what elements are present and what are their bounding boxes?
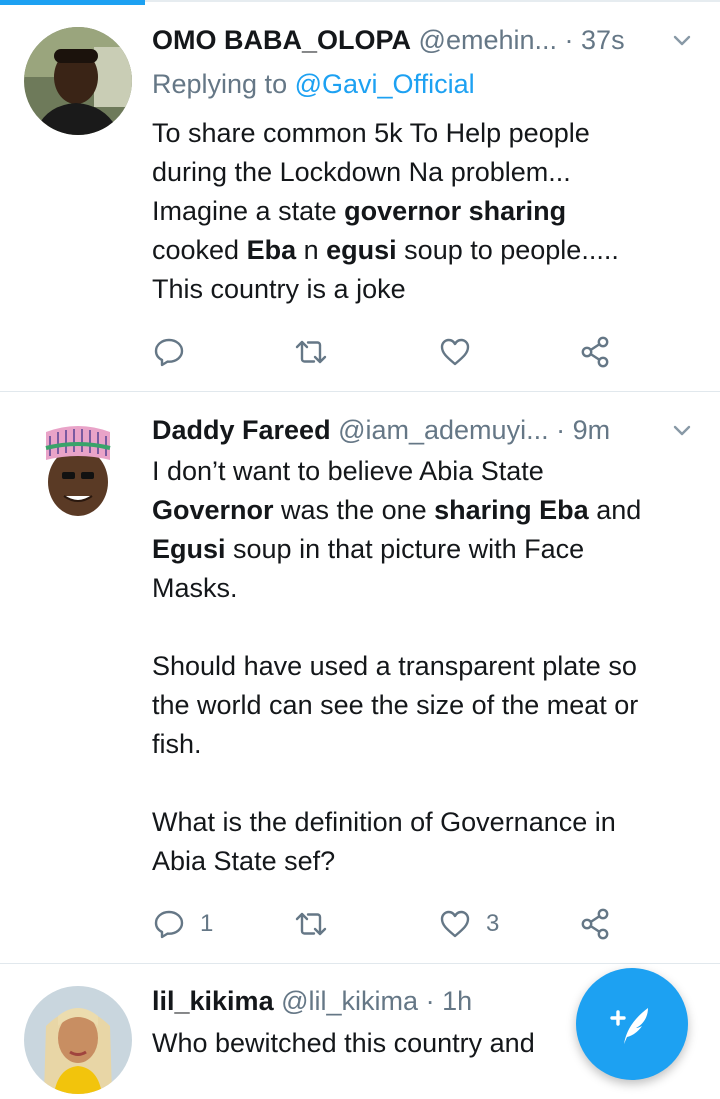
reply-count: 1 (200, 910, 214, 937)
retweet-icon (295, 340, 327, 364)
tweet-text: To share common 5k To Help people during… (152, 114, 697, 309)
tweet-header: OMO BABA_OLOPA @emehin... · 37s (152, 22, 696, 58)
reply-button[interactable] (152, 330, 200, 374)
tweet-text: I don’t want to believe Abia State Gover… (152, 452, 697, 881)
tweet-actions (152, 330, 622, 374)
reply-icon (154, 338, 184, 367)
like-button[interactable]: 3 (438, 902, 499, 946)
like-button[interactable] (438, 330, 486, 374)
text-line: Abia State sef? (152, 846, 336, 876)
share-icon (581, 908, 609, 940)
text-line: Masks. (152, 573, 238, 603)
text-line: the world can see the size of the meat o… (152, 690, 639, 720)
share-icon (581, 336, 609, 368)
avatar[interactable] (24, 986, 132, 1094)
compose-tweet-button[interactable] (576, 968, 688, 1080)
display-name[interactable]: lil_kikima (152, 986, 274, 1016)
heart-icon (440, 910, 470, 938)
display-name[interactable]: OMO BABA_OLOPA (152, 25, 411, 55)
text-line: This country is a joke (152, 274, 406, 304)
timestamp[interactable]: 37s (581, 25, 625, 55)
heart-icon (440, 338, 470, 366)
compose-tweet-icon (610, 1008, 648, 1044)
tweet[interactable]: OMO BABA_OLOPA @emehin... · 37s Replying… (0, 0, 720, 391)
tweet-actions: 1 3 (152, 902, 622, 946)
separator-dot: · (425, 986, 435, 1016)
text-line: fish. (152, 729, 202, 759)
user-handle[interactable]: @iam_ademuyi... (338, 415, 549, 445)
chevron-down-icon[interactable] (668, 412, 696, 448)
avatar[interactable] (24, 412, 132, 520)
share-button[interactable] (578, 902, 612, 946)
text-line: To share common 5k To Help people (152, 118, 590, 148)
separator-dot: · (564, 25, 574, 55)
reply-mention-link[interactable]: @Gavi_Official (295, 69, 475, 99)
text-line: What is the definition of Governance in (152, 807, 616, 837)
timestamp[interactable]: 9m (573, 415, 611, 445)
retweet-button[interactable] (294, 330, 342, 374)
tweet[interactable]: Daddy Fareed @iam_ademuyi... · 9m I don’… (0, 392, 720, 962)
text-line: I don’t want to believe Abia State (152, 456, 544, 486)
chevron-down-icon[interactable] (668, 22, 696, 58)
text-line: Imagine a state governor sharing (152, 196, 567, 226)
user-handle[interactable]: @lil_kikima (281, 986, 418, 1016)
text-line: Egusi soup in that picture with Face (152, 534, 585, 564)
timestamp[interactable]: 1h (442, 986, 472, 1016)
separator-dot: · (556, 415, 566, 445)
reply-button[interactable]: 1 (152, 902, 213, 946)
retweet-icon (295, 912, 327, 936)
text-line: during the Lockdown Na problem... (152, 157, 571, 187)
text-line: Governor was the one sharing Eba and (152, 495, 642, 525)
avatar[interactable] (24, 27, 132, 135)
display-name[interactable]: Daddy Fareed (152, 415, 331, 445)
user-handle[interactable]: @emehin... (419, 25, 557, 55)
text-line: cooked Eba n egusi soup to people..... (152, 235, 619, 265)
reply-icon (154, 910, 184, 939)
retweet-button[interactable] (294, 902, 342, 946)
text-line: Should have used a transparent plate so (152, 651, 637, 681)
like-count: 3 (486, 910, 500, 937)
tweet-header: Daddy Fareed @iam_ademuyi... · 9m (152, 412, 696, 448)
replying-to-label: Replying to (152, 69, 288, 99)
share-button[interactable] (578, 330, 612, 374)
replying-to: Replying to @Gavi_Official (152, 66, 475, 102)
